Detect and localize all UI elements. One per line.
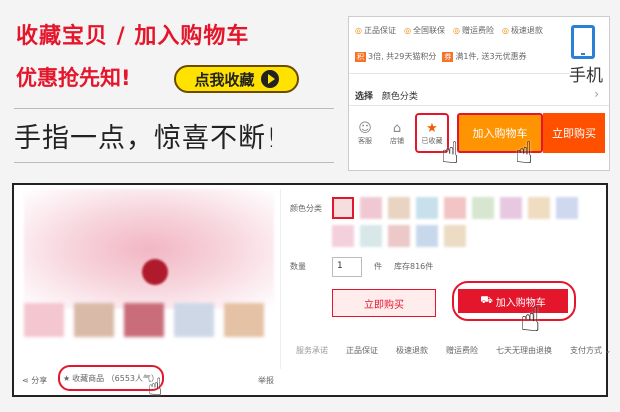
guarantee-item: 正品保证	[355, 25, 396, 36]
customer-service-button[interactable]: ☺ 客服	[349, 113, 381, 153]
select-value: 颜色分类	[381, 92, 418, 102]
color-swatch[interactable]	[360, 197, 382, 219]
desktop-product-panel: ⋖ 分享 ★ 收藏商品 （6553人气） ☝ 举报 颜色分类 数量 1 件 库存…	[12, 183, 611, 401]
product-main-image[interactable]	[24, 189, 274, 309]
color-swatch[interactable]	[360, 225, 382, 247]
promo-banner: 收藏宝贝 / 加入购物车 优惠抢先知! 点我收藏 手指一点，惊喜不断! 正品保证…	[0, 0, 620, 412]
services-label: 服务承诺	[296, 346, 328, 355]
play-icon	[260, 70, 279, 88]
color-swatch[interactable]	[416, 225, 438, 247]
report-link[interactable]: 举报	[258, 375, 274, 386]
color-swatch[interactable]	[388, 197, 410, 219]
favorite-label: 已收藏	[421, 136, 443, 145]
color-swatch[interactable]	[332, 225, 354, 247]
mobile-guarantee-list: 正品保证 全国联保 赠运费险 极速退款	[355, 25, 543, 36]
promo-item: 积 3倍, 共29天猫积分	[355, 51, 436, 62]
divider	[349, 105, 609, 106]
color-swatch[interactable]	[444, 225, 466, 247]
promo-item: 券满1件, 送3元优惠券	[442, 51, 527, 62]
divider	[349, 73, 569, 74]
promo-subtitle: 优惠抢先知!	[16, 66, 131, 90]
mobile-product-panel: 正品保证 全国联保 赠运费险 极速退款 积3倍, 共29天猫积分 券满1件, 送…	[348, 16, 610, 171]
service-item: 七天无理由退换	[496, 346, 552, 355]
quantity-unit: 件	[374, 262, 382, 271]
star-icon: ★	[62, 373, 71, 383]
hand-pointer-icon: ☝	[520, 300, 541, 340]
promo-tag: 券	[442, 52, 454, 62]
guarantee-item: 极速退款	[502, 25, 543, 36]
shop-label: 店铺	[390, 136, 404, 145]
thumbnail[interactable]	[174, 303, 214, 337]
share-icon: ⋖	[22, 376, 32, 385]
product-knob	[142, 259, 168, 285]
mobile-action-bar: ☺ 客服 ⌂ 店铺 ★ 已收藏 加入购物车 立即购买	[349, 113, 609, 153]
hand-pointer-icon: ☝	[441, 136, 460, 171]
chat-icon: ☺	[358, 120, 372, 136]
color-swatch[interactable]	[332, 197, 354, 219]
thumbnail[interactable]	[24, 303, 64, 337]
shop-button[interactable]: ⌂ 店铺	[381, 113, 413, 153]
cart-icon: ⛟	[480, 294, 493, 306]
payment-methods-link[interactable]: 支付方式 ⌄	[570, 345, 611, 356]
color-option-label: 颜色分类	[290, 204, 322, 213]
hand-pointer-icon: ☝	[148, 373, 163, 401]
quantity-input[interactable]: 1	[332, 257, 362, 277]
chevron-right-icon[interactable]: ›	[594, 87, 599, 101]
shop-icon: ⌂	[392, 120, 402, 136]
divider	[280, 189, 281, 369]
thumbnail[interactable]	[224, 303, 264, 337]
favorite-count-label: 收藏商品 （6553人气）	[72, 373, 160, 383]
service-item: 极速退款	[396, 346, 428, 355]
buy-now-button[interactable]: 立即购买	[332, 289, 436, 317]
service-item: 赠运费险	[446, 346, 478, 355]
promo-text: 3倍, 共29天猫积分	[368, 52, 437, 61]
quantity-label: 数量	[290, 262, 306, 271]
chevron-down-icon: ⌄	[604, 346, 612, 355]
color-swatch[interactable]	[500, 197, 522, 219]
promo-text: 满1件, 送3元优惠券	[455, 52, 527, 61]
promo-slogan: 手指一点，惊喜不断!	[14, 123, 278, 154]
guarantee-item: 全国联保	[404, 25, 445, 36]
collect-button-label: 点我收藏	[194, 70, 255, 89]
divider	[14, 108, 334, 109]
payment-label: 支付方式	[570, 346, 602, 355]
color-swatch[interactable]	[388, 225, 410, 247]
color-swatch[interactable]	[472, 197, 494, 219]
color-swatch[interactable]	[556, 197, 578, 219]
share-link[interactable]: ⋖ 分享	[22, 375, 47, 386]
sku-selector[interactable]: 选择 颜色分类	[355, 89, 418, 102]
select-label: 选择	[355, 92, 374, 102]
color-swatch[interactable]	[444, 197, 466, 219]
service-promise-row: 服务承诺 正品保证 极速退款 赠运费险 七天无理由退换 支付方式 ⌄	[296, 345, 611, 356]
thumbnail[interactable]	[124, 303, 164, 337]
mobile-buy-now-button[interactable]: 立即购买	[543, 113, 605, 153]
collect-button[interactable]: 点我收藏	[174, 65, 299, 93]
mobile-promo-list: 积 3倍, 共29天猫积分 券满1件, 送3元优惠券	[355, 51, 527, 62]
phone-icon	[571, 25, 595, 59]
add-to-cart-button[interactable]: ⛟ 加入购物车	[458, 289, 568, 313]
color-swatch-list	[332, 197, 602, 247]
thumbnail[interactable]	[74, 303, 114, 337]
share-label: 分享	[31, 376, 48, 385]
star-icon: ★	[426, 120, 438, 136]
divider	[14, 162, 334, 163]
service-item: 正品保证	[346, 346, 378, 355]
color-swatch[interactable]	[416, 197, 438, 219]
promo-tag: 积	[355, 52, 366, 62]
guarantee-item: 赠运费险	[453, 25, 494, 36]
hand-pointer-icon: ☝	[515, 136, 534, 171]
device-label: 手机	[569, 66, 603, 86]
thumbnail-strip	[24, 303, 264, 337]
service-label: 客服	[358, 136, 372, 145]
color-swatch[interactable]	[528, 197, 550, 219]
stock-count: 库存816件	[394, 262, 434, 271]
promo-title: 收藏宝贝 / 加入购物车	[16, 24, 250, 49]
